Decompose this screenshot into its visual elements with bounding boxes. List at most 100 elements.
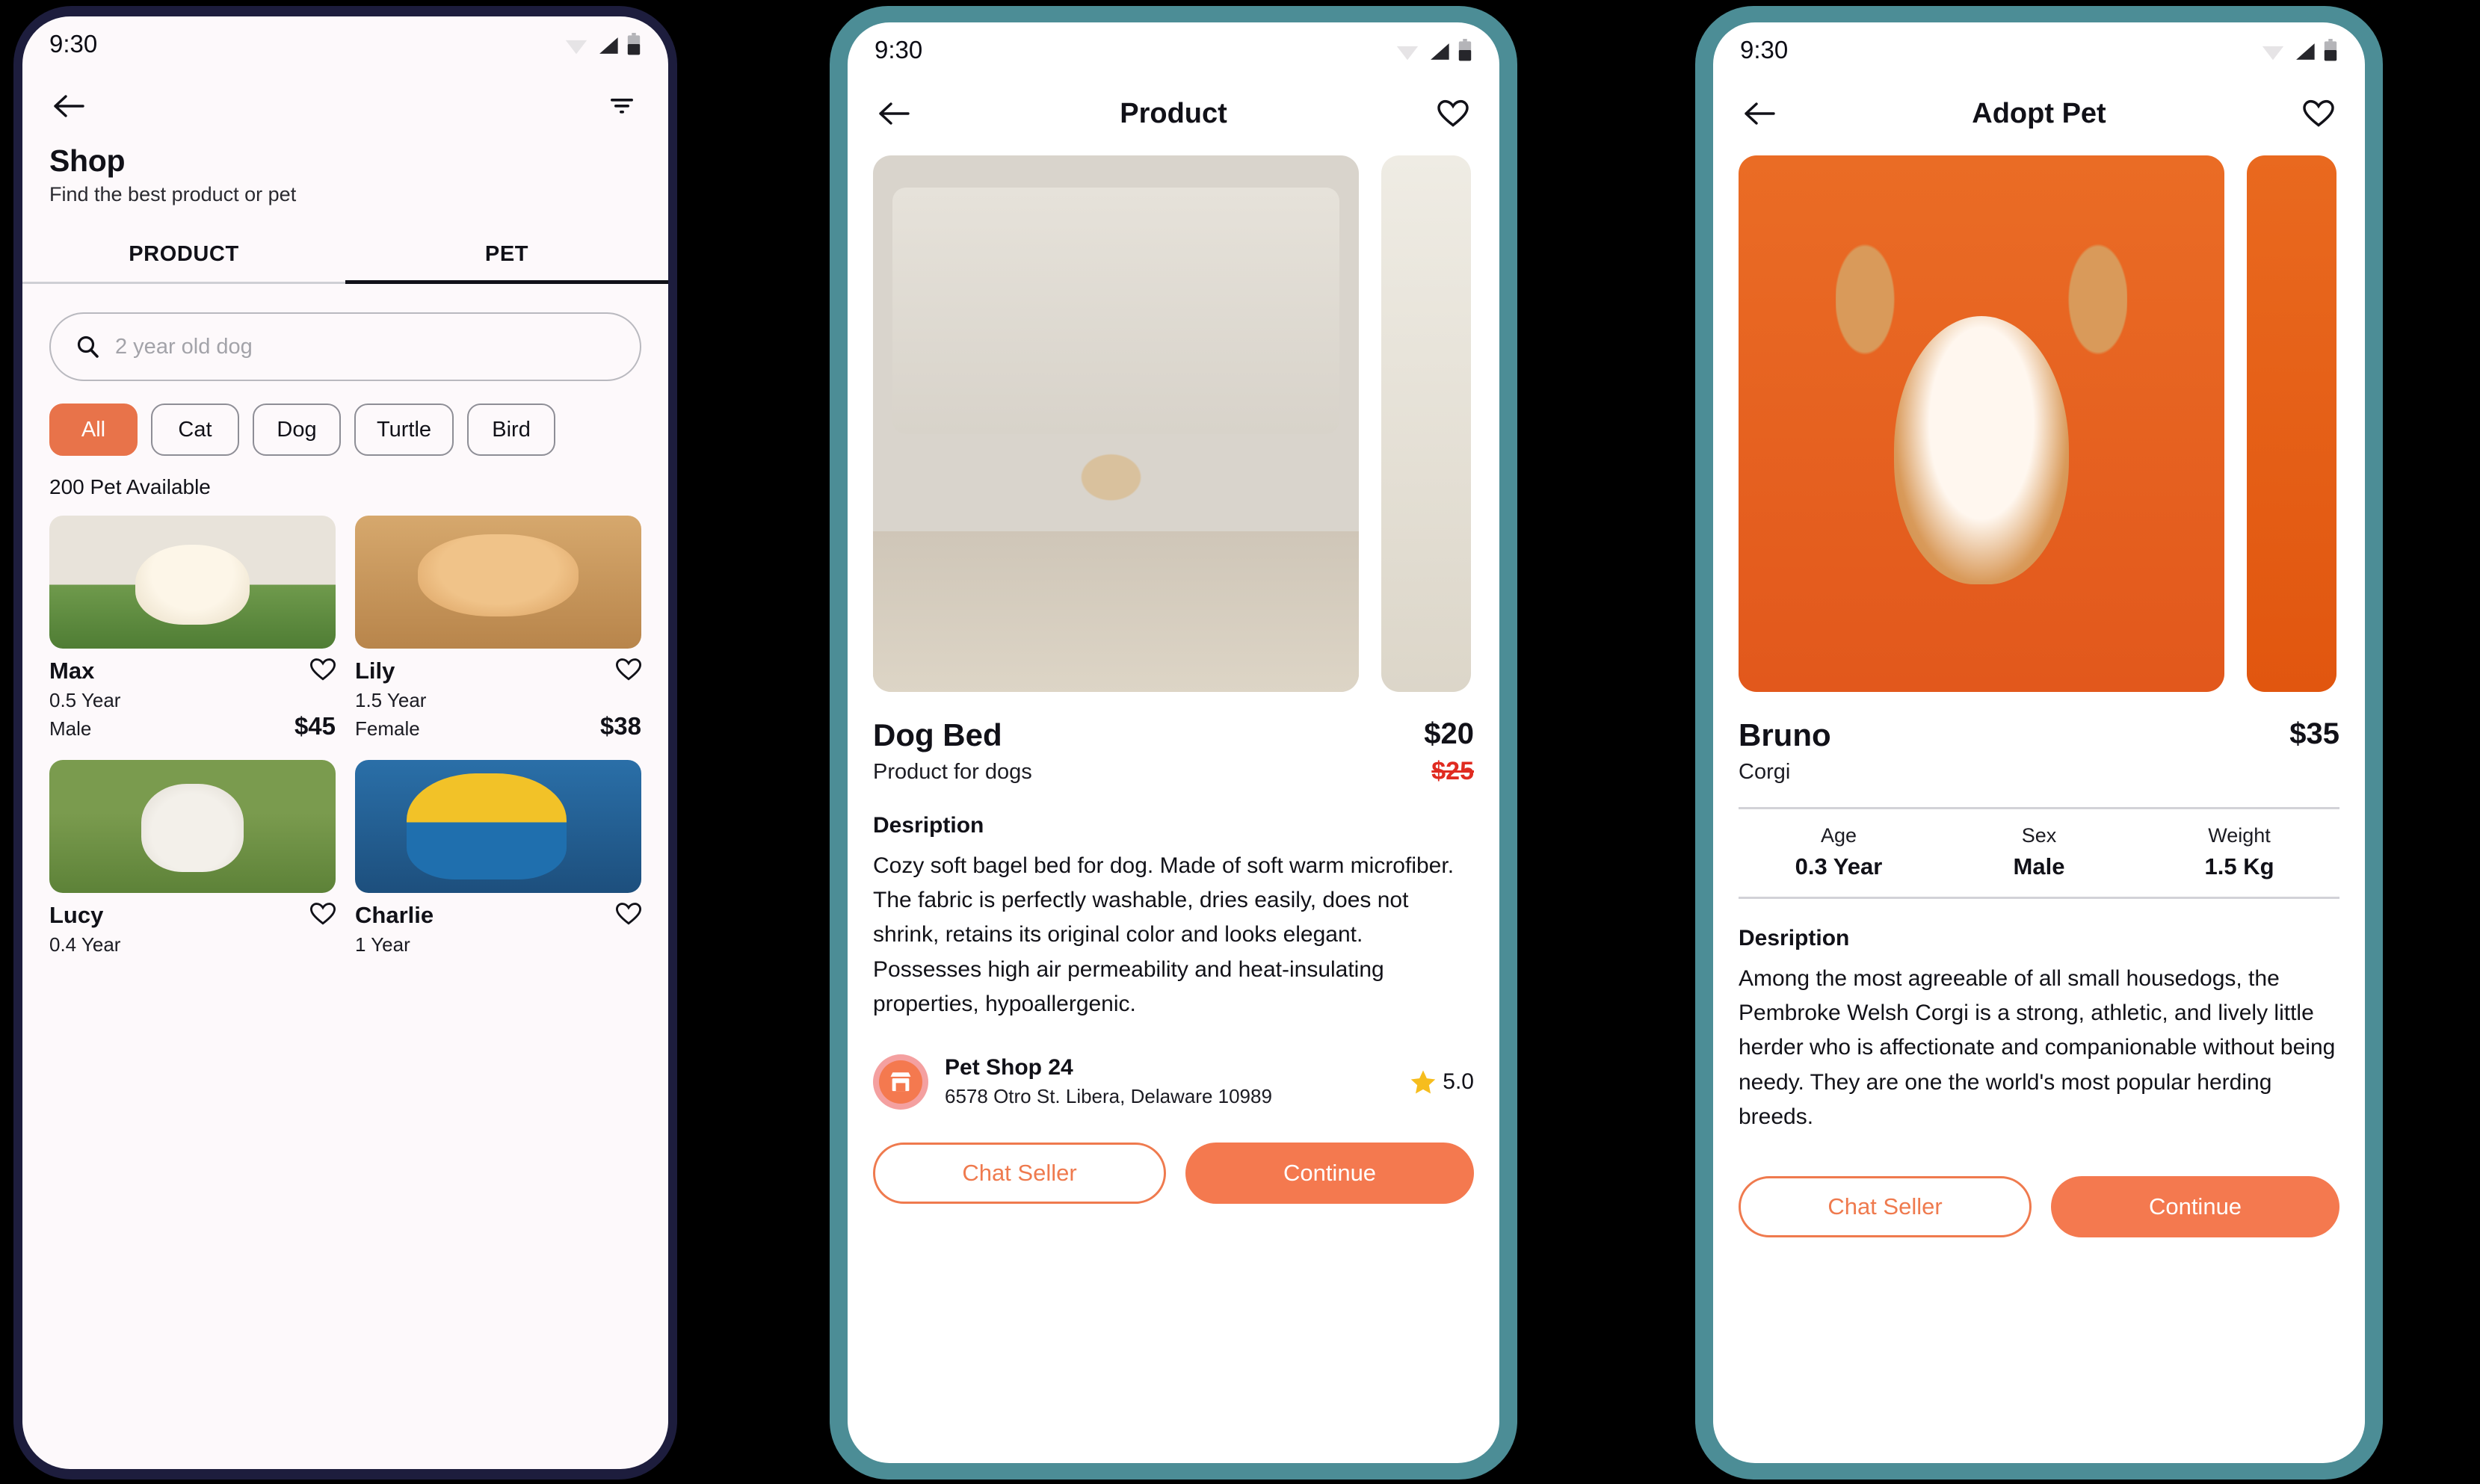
back-arrow-icon[interactable] — [873, 93, 915, 135]
pet-photo — [49, 760, 336, 893]
tab-bar: PRODUCT PET — [22, 229, 668, 284]
tab-product[interactable]: PRODUCT — [22, 229, 345, 282]
rating-value: 5.0 — [1443, 1069, 1474, 1094]
stat-weight-label: Weight — [2208, 824, 2271, 847]
seller-address: 6578 Otro St. Libera, Delaware 10989 — [945, 1085, 1272, 1108]
product-title-row: Dog Bed Product for dogs $20 $25 — [873, 717, 1474, 786]
wifi-icon — [1396, 46, 1419, 61]
pet-card-top: Max — [49, 658, 336, 684]
pet-age: 1 Year — [355, 933, 410, 956]
pet-card[interactable]: Lucy 0.4 Year — [49, 760, 336, 956]
seller-name: Pet Shop 24 — [945, 1055, 1073, 1080]
description-heading: Desription — [1739, 926, 1850, 950]
chat-seller-button[interactable]: Chat Seller — [873, 1142, 1166, 1204]
status-time: 9:30 — [1740, 36, 1789, 64]
pet-card-top: Lucy — [49, 902, 336, 929]
stat-sex-label: Sex — [2021, 824, 2057, 847]
action-buttons: Chat Seller Continue — [1739, 1175, 2339, 1237]
chat-seller-button[interactable]: Chat Seller — [1739, 1175, 2032, 1237]
stat-weight-value: 1.5 Kg — [2204, 853, 2274, 879]
pet-sex: Female — [355, 717, 420, 740]
status-icons — [1395, 39, 1472, 61]
product-photo-2[interactable] — [1381, 155, 1471, 692]
pet-photo — [355, 516, 641, 649]
description-heading: Desription — [873, 813, 984, 838]
seller-row[interactable]: Pet Shop 24 6578 Otro St. Libera, Delawa… — [873, 1054, 1474, 1110]
chip-bird[interactable]: Bird — [467, 404, 556, 456]
phone-3-frame: 9:30 Adopt Pet Bruno Corgi $35 Age 0.3 Y… — [1695, 6, 2383, 1480]
search-input[interactable]: 2 year old dog — [49, 312, 641, 381]
pet-name: Max — [49, 658, 95, 684]
pet-card[interactable]: Max 0.5 Year Male $45 — [49, 516, 336, 741]
product-title-block: Dog Bed Product for dogs — [873, 717, 1032, 785]
search-icon — [77, 336, 99, 358]
status-time: 9:30 — [875, 36, 923, 64]
chip-cat[interactable]: Cat — [151, 404, 239, 456]
pet-card[interactable]: Lily 1.5 Year Female $38 — [355, 516, 641, 741]
pet-photo-2[interactable] — [2247, 155, 2336, 692]
status-time: 9:30 — [49, 30, 98, 58]
battery-icon — [2324, 39, 2337, 61]
pet-photo-1[interactable] — [1739, 155, 2224, 692]
star-icon — [1411, 1070, 1436, 1094]
wifi-icon — [565, 40, 587, 55]
status-bar: 9:30 — [22, 16, 668, 72]
pet-grid: Max 0.5 Year Male $45 Lily 1.5 Year Fema… — [22, 499, 668, 956]
stat-sex: Sex Male — [1939, 809, 2139, 897]
stat-age: Age 0.3 Year — [1739, 809, 1939, 897]
pet-price: $45 — [294, 712, 336, 740]
back-arrow-icon[interactable] — [1739, 93, 1780, 135]
phone-2-appbar: Product — [848, 78, 1499, 149]
pet-card-bottom: Male $45 — [49, 712, 336, 741]
page-title: Shop — [49, 143, 126, 178]
pet-sex: Male — [49, 717, 92, 740]
filter-icon[interactable] — [601, 85, 643, 127]
appbar-title: Product — [1120, 97, 1227, 129]
stat-weight: Weight 1.5 Kg — [2139, 809, 2339, 897]
seller-text: Pet Shop 24 6578 Otro St. Libera, Delawa… — [945, 1055, 1272, 1108]
product-price: $20 — [1424, 717, 1474, 750]
pet-card-bottom: Female $38 — [355, 712, 641, 741]
chip-all[interactable]: All — [49, 404, 138, 456]
continue-button[interactable]: Continue — [1185, 1142, 1474, 1204]
heart-outline-icon[interactable] — [616, 658, 641, 681]
product-subtitle: Product for dogs — [873, 760, 1032, 784]
phone-1-header: Shop Find the best product or pet — [22, 140, 668, 206]
product-photo-1[interactable] — [873, 155, 1359, 692]
phone-1-appbar — [22, 72, 668, 140]
available-count: 200 Pet Available — [49, 475, 211, 498]
wifi-icon — [2262, 46, 2284, 61]
search-placeholder: 2 year old dog — [115, 334, 253, 359]
page-subtitle: Find the best product or pet — [49, 183, 297, 205]
pet-details: Bruno Corgi $35 Age 0.3 Year Sex Male We… — [1713, 717, 2365, 1237]
heart-outline-icon[interactable] — [616, 902, 641, 926]
pet-age: 0.5 Year — [49, 689, 121, 711]
heart-outline-icon[interactable] — [1432, 93, 1474, 135]
pet-gallery[interactable] — [1713, 149, 2365, 692]
battery-icon — [1458, 39, 1472, 61]
pet-title-row: Bruno Corgi $35 — [1739, 717, 2339, 785]
status-icons — [564, 33, 641, 55]
tab-pet[interactable]: PET — [345, 229, 668, 282]
heart-outline-icon[interactable] — [310, 902, 336, 926]
heart-outline-icon[interactable] — [2298, 93, 2339, 135]
product-gallery[interactable] — [848, 149, 1499, 692]
battery-icon — [627, 33, 641, 55]
product-price-block: $20 $25 — [1424, 717, 1474, 786]
phone-3-screen: 9:30 Adopt Pet Bruno Corgi $35 Age 0.3 Y… — [1713, 22, 2365, 1463]
storefront-icon — [879, 1060, 922, 1104]
back-arrow-icon[interactable] — [48, 85, 90, 127]
chip-dog[interactable]: Dog — [253, 404, 341, 456]
pet-name: Charlie — [355, 902, 434, 928]
pet-photo — [355, 760, 641, 893]
continue-button[interactable]: Continue — [2051, 1175, 2339, 1237]
pet-card-top: Lily — [355, 658, 641, 684]
pet-card[interactable]: Charlie 1 Year — [355, 760, 641, 956]
category-chips: All Cat Dog Turtle Bird — [22, 381, 668, 456]
chip-turtle[interactable]: Turtle — [354, 404, 454, 456]
pet-price: $35 — [2289, 717, 2339, 750]
status-icons — [2260, 39, 2338, 61]
signal-icon — [1431, 43, 1449, 60]
pet-price: $38 — [599, 712, 641, 740]
heart-outline-icon[interactable] — [310, 658, 336, 681]
